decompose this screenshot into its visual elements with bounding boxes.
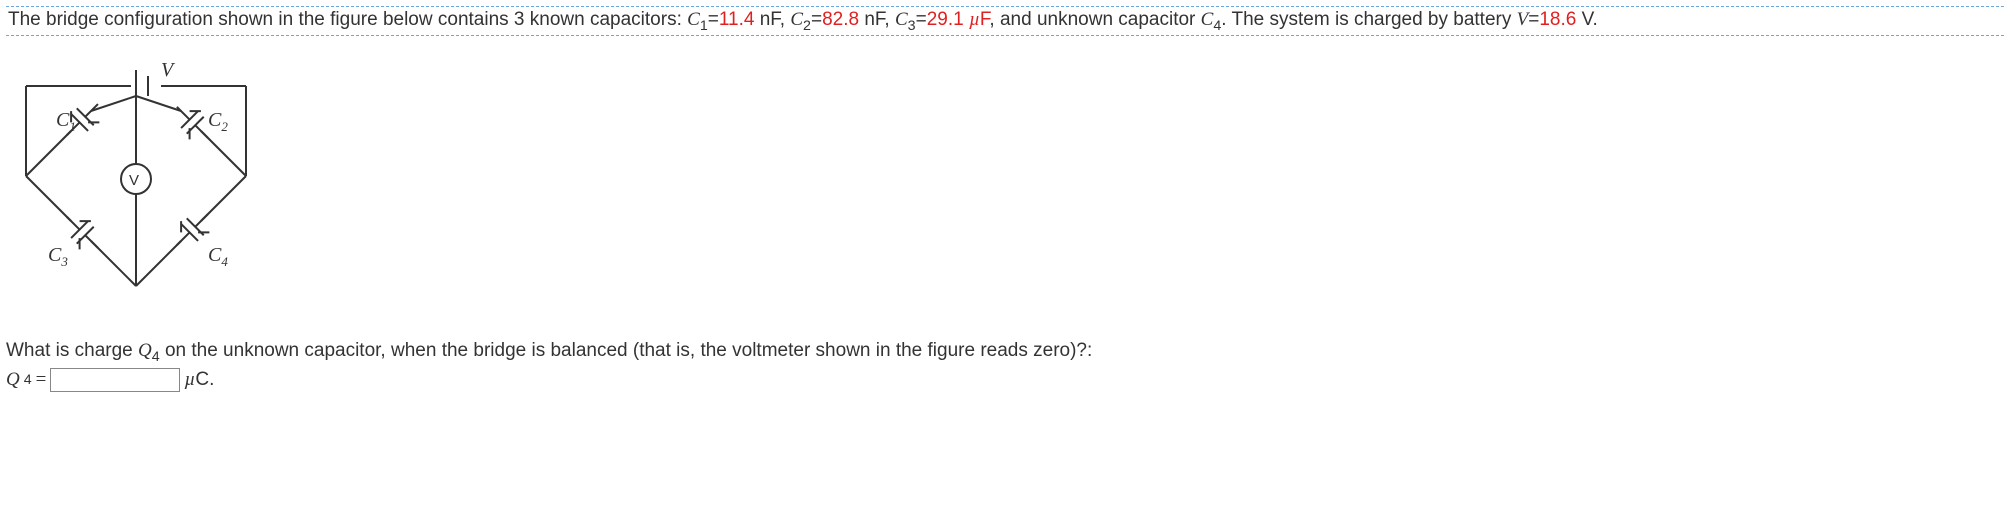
- c1-fig-label: C1: [56, 109, 76, 134]
- eq-sign: =: [708, 9, 719, 30]
- c3-value: 29.1: [927, 9, 964, 30]
- q-subscript: 4: [152, 349, 160, 365]
- c1-symbol: C: [687, 9, 700, 30]
- mu-symbol: µ: [969, 9, 980, 30]
- v-symbol: V: [1517, 9, 1529, 30]
- c2-symbol: C: [790, 9, 803, 30]
- eq-sign-4: =: [1528, 9, 1539, 30]
- question-text: What is charge Q4 on the unknown capacit…: [6, 340, 2004, 362]
- q-after: on the unknown capacitor, when the bridg…: [160, 340, 1093, 361]
- v-value: 18.6: [1539, 9, 1576, 30]
- c2-fig-label: C2: [208, 109, 228, 134]
- answer-equals: =: [36, 369, 47, 391]
- c1-subscript: 1: [700, 18, 708, 34]
- v-unit: V.: [1576, 9, 1598, 30]
- c2-subscript: 2: [803, 18, 811, 34]
- eq-sign-2: =: [811, 9, 822, 30]
- c2-unit: nF,: [859, 9, 895, 30]
- c3-unit-tail: , and unknown capacitor: [989, 9, 1200, 30]
- q-before: What is charge: [6, 340, 138, 361]
- c1-unit: nF,: [754, 9, 790, 30]
- circuit-diagram: V C1 C2 C3 C4 V: [16, 56, 276, 316]
- c1-value: 11.4: [719, 9, 755, 30]
- c3-fig-label: C3: [48, 244, 68, 269]
- answer-lhs-symbol: Q: [6, 369, 20, 391]
- answer-unit-mu: µ: [184, 369, 195, 390]
- answer-input[interactable]: [50, 368, 180, 392]
- c4-fig-label: C4: [208, 244, 228, 269]
- problem-statement: The bridge configuration shown in the fi…: [6, 6, 2004, 36]
- problem-container: The bridge configuration shown in the fi…: [0, 0, 2010, 406]
- question-area: What is charge Q4 on the unknown capacit…: [6, 340, 2004, 392]
- c3-unit-f: F: [980, 9, 990, 30]
- circuit-svg: V C1 C2 C3 C4 V: [16, 56, 276, 316]
- c4-symbol: C: [1201, 9, 1214, 30]
- eq-sign-3: =: [916, 9, 927, 30]
- q-symbol: Q: [138, 340, 152, 361]
- answer-line: Q4 = µC.: [6, 368, 2004, 392]
- battery-label: V: [161, 59, 176, 81]
- c3-subscript: 3: [908, 18, 916, 34]
- intro-text: The bridge configuration shown in the fi…: [8, 9, 687, 30]
- c3-symbol: C: [895, 9, 908, 30]
- voltmeter-label: V: [129, 172, 139, 189]
- c2-value: 82.8: [822, 9, 859, 30]
- after-c4: . The system is charged by battery: [1221, 9, 1516, 30]
- answer-unit: C.: [195, 369, 214, 390]
